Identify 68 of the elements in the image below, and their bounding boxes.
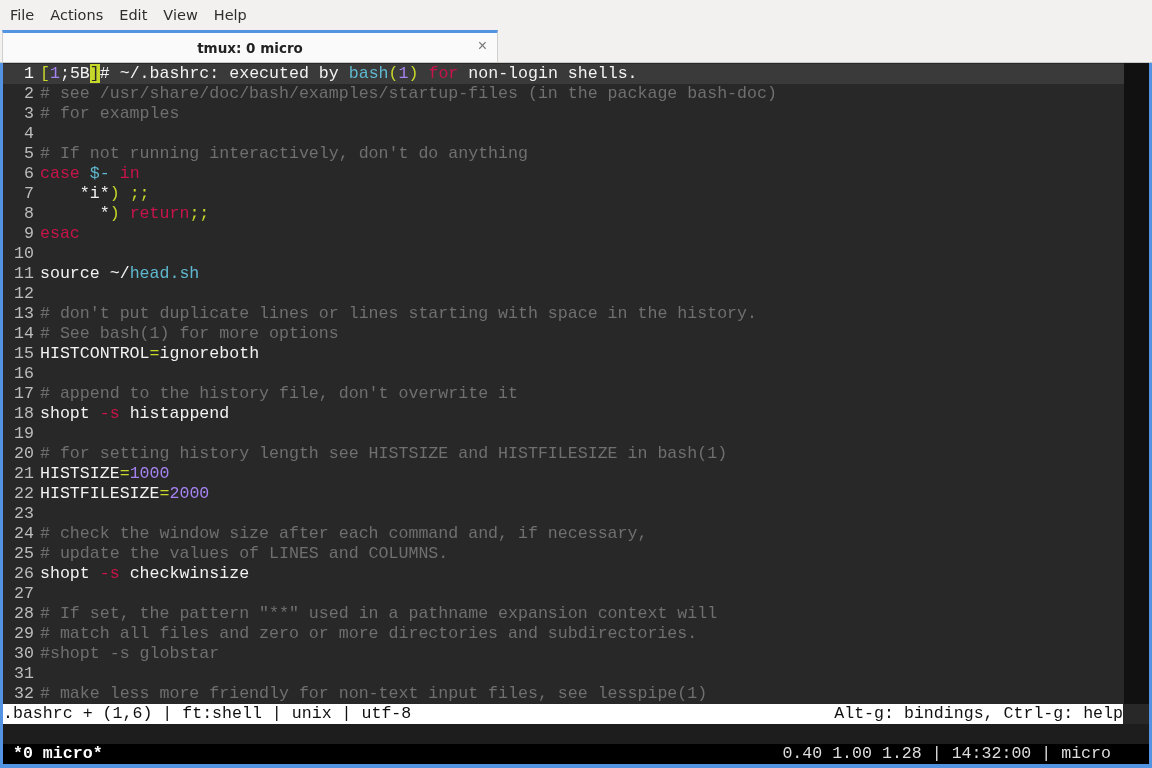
line-number: 18	[13, 404, 35, 424]
code-line: # see /usr/share/doc/bash/examples/startup-files (in the package bash-doc)	[40, 84, 777, 104]
line-number: 28	[13, 604, 35, 624]
line-number: 21	[13, 464, 35, 484]
line-number: 10	[13, 244, 35, 264]
code-line: #shopt -s globstar	[40, 644, 220, 664]
code-line: *) return;;	[98, 204, 210, 224]
line-number: 6	[23, 164, 35, 184]
code-line: shopt -s checkwinsize	[40, 564, 250, 584]
code-line: source ~/head.sh	[40, 264, 200, 284]
key-hints: Alt-g: bindings, Ctrl-g: help	[834, 704, 1123, 724]
line-number: 25	[13, 544, 35, 564]
line-number: 30	[13, 644, 35, 664]
line-number: 13	[13, 304, 35, 324]
tab-title: tmux: 0 micro	[197, 39, 303, 56]
line-number: 9	[23, 224, 35, 244]
code-line: # check the window size after each command and, if necessary,	[40, 524, 648, 544]
line-number: 4	[23, 124, 35, 144]
menu-item[interactable]: File	[2, 7, 43, 23]
code-line: esac	[40, 224, 80, 244]
line-number: 8	[23, 204, 35, 224]
menu-item[interactable]: Help	[205, 7, 255, 23]
line-number: 24	[13, 524, 35, 544]
line-number: 22	[13, 484, 35, 504]
line-number: 31	[13, 664, 35, 684]
line-number: 2	[23, 84, 35, 104]
code-line: # update the values of LINES and COLUMNS.	[40, 544, 449, 564]
code-line: # make less more friendly for non-text input files, see lesspipe(1)	[40, 684, 708, 704]
code-line: # See bash(1) for more options	[40, 324, 339, 344]
line-number: 5	[23, 144, 35, 164]
code-line: HISTFILESIZE=2000	[40, 484, 210, 504]
code-line: # If not running interactively, don't do anything	[40, 144, 528, 164]
line-number: 19	[13, 424, 35, 444]
code-line: # If set, the pattern "**" used in a pathname expansion context will	[40, 604, 718, 624]
line-number: 14	[13, 324, 35, 344]
menu-item[interactable]: Edit	[111, 7, 156, 23]
code-line: # for examples	[40, 104, 180, 124]
line-number: 23	[13, 504, 35, 524]
line-number: 32	[13, 684, 35, 704]
line-number: 3	[23, 104, 35, 124]
file-status: .bashrc + (1,6) | ft:shell | unix | utf-8	[3, 704, 412, 724]
line-number: 11	[13, 264, 35, 284]
code-line: [1;5B]# ~/.bashrc: executed by bash(1) for non-login shells.	[40, 64, 638, 84]
line-number: 17	[13, 384, 35, 404]
code-line: # match all files and zero or more directories and subdirectories.	[40, 624, 698, 644]
menu-item[interactable]: Actions	[42, 7, 112, 23]
code-line: # append to the history file, don't overwrite it	[40, 384, 518, 404]
close-button[interactable]: ×	[475, 37, 489, 55]
menu-item[interactable]: View	[155, 7, 206, 23]
line-number: 20	[13, 444, 35, 464]
line-number: 27	[13, 584, 35, 604]
code-line: # don't put duplicate lines or lines starting with space in the history.	[40, 304, 757, 324]
line-number: 15	[13, 344, 35, 364]
line-number: 16	[13, 364, 35, 384]
line-number: 26	[13, 564, 35, 584]
line-number: 7	[23, 184, 35, 204]
terminal-tab[interactable]: tmux: 0 micro ×	[2, 30, 498, 62]
code-line: case $- in	[40, 164, 140, 184]
code-line: # for setting history length see HISTSIZE and HISTFILESIZE in bash(1)	[40, 444, 728, 464]
line-number: 1	[23, 64, 35, 84]
line-number: 29	[13, 624, 35, 644]
load-and-clock: 0.40 1.00 1.28 | 14:32:00 | micro	[782, 744, 1111, 764]
window-name: *0 micro*	[13, 744, 103, 764]
code-line: HISTCONTROL=ignoreboth	[40, 344, 260, 364]
code-line: HISTSIZE=1000	[40, 464, 170, 484]
line-number: 12	[13, 284, 35, 304]
code-line: *i*) ;;	[78, 184, 150, 204]
code-line: shopt -s histappend	[40, 404, 230, 424]
